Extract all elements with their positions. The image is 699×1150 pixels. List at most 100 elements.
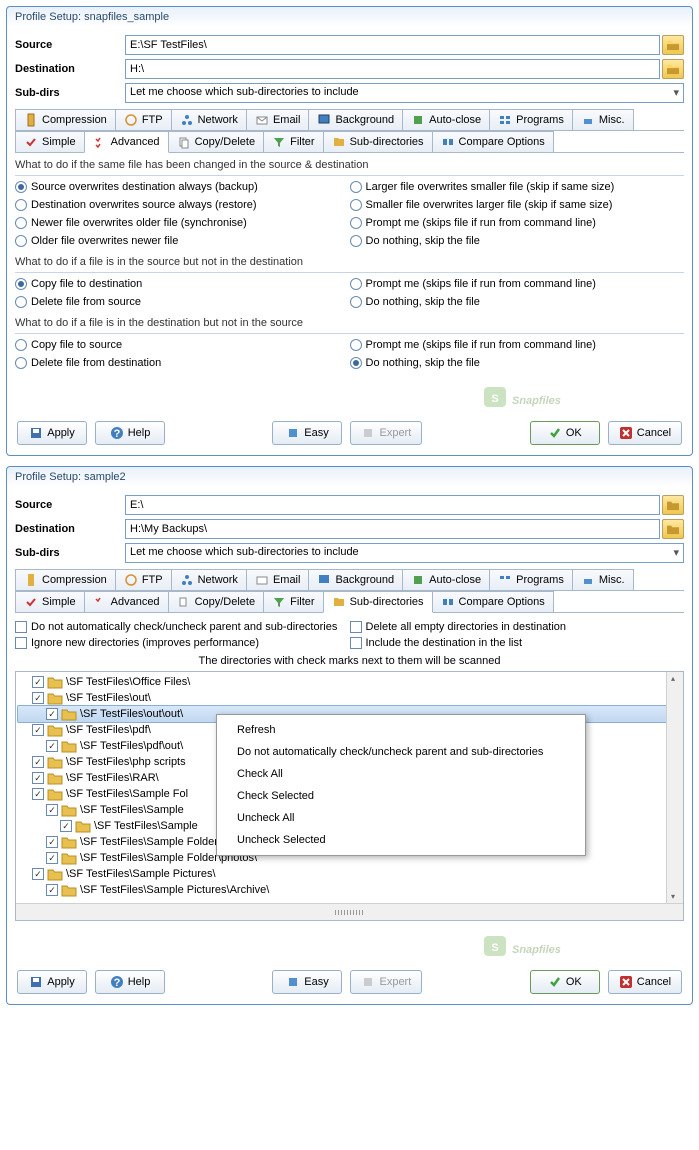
tab-subdirectories[interactable]: Sub-directories	[323, 131, 433, 152]
tree-checkbox[interactable]	[46, 852, 58, 864]
radio-prompt1[interactable]	[350, 217, 362, 229]
tree-checkbox[interactable]	[32, 788, 44, 800]
folder-icon	[61, 835, 77, 849]
expert-button[interactable]: Expert	[350, 421, 422, 445]
radio-delete-from-source[interactable]	[15, 296, 27, 308]
cb-delete-empty[interactable]	[350, 621, 362, 633]
cb-include-dest[interactable]	[350, 637, 362, 649]
tab-simple-2[interactable]: Simple	[15, 591, 85, 612]
tab-programs-2[interactable]: Programs	[489, 569, 573, 590]
radio-dest-overwrites[interactable]	[15, 199, 27, 211]
radio-donothing2[interactable]	[350, 296, 362, 308]
destination-input-2[interactable]	[125, 519, 660, 539]
browse-destination-button-2[interactable]	[662, 519, 684, 539]
tab-compression[interactable]: Compression	[15, 109, 116, 130]
apply-button[interactable]: Apply	[17, 421, 87, 445]
radio-copy-to-dest[interactable]	[15, 278, 27, 290]
cancel-button[interactable]: Cancel	[608, 421, 682, 445]
cancel-button-2[interactable]: Cancel	[608, 970, 682, 994]
tab-ftp[interactable]: FTP	[115, 109, 172, 130]
cb-ignore-new[interactable]	[15, 637, 27, 649]
tab-filter-2[interactable]: Filter	[263, 591, 323, 612]
tab-filter[interactable]: Filter	[263, 131, 323, 152]
tree-row[interactable]: \SF TestFiles\out\	[18, 690, 681, 706]
easy-button[interactable]: Easy	[272, 421, 342, 445]
tab-advanced-2[interactable]: Advanced	[84, 591, 169, 612]
tree-checkbox[interactable]	[46, 804, 58, 816]
tab-email-2[interactable]: Email	[246, 569, 310, 590]
tab-compression-2[interactable]: Compression	[15, 569, 116, 590]
ctx-uncheck-selected[interactable]: Uncheck Selected	[219, 829, 583, 851]
apply-button-2[interactable]: Apply	[17, 970, 87, 994]
tab-copydelete[interactable]: Copy/Delete	[168, 131, 265, 152]
radio-older-overwrites[interactable]	[15, 235, 27, 247]
scrollbar-horizontal[interactable]	[16, 903, 683, 920]
radio-source-overwrites[interactable]	[15, 181, 27, 193]
tab-email[interactable]: Email	[246, 109, 310, 130]
ok-button-2[interactable]: OK	[530, 970, 600, 994]
tab-misc-2[interactable]: Misc.	[572, 569, 634, 590]
tree-checkbox[interactable]	[32, 676, 44, 688]
help-button-2[interactable]: ?Help	[95, 970, 165, 994]
destination-input[interactable]	[125, 59, 660, 79]
tree-checkbox[interactable]	[32, 724, 44, 736]
radio-newer-overwrites[interactable]	[15, 217, 27, 229]
tab-misc[interactable]: Misc.	[572, 109, 634, 130]
help-button[interactable]: ?Help	[95, 421, 165, 445]
ctx-check-all[interactable]: Check All	[219, 763, 583, 785]
radio-copy-to-source[interactable]	[15, 339, 27, 351]
radio-donothing3[interactable]	[350, 357, 362, 369]
tree-checkbox[interactable]	[46, 740, 58, 752]
tab-programs[interactable]: Programs	[489, 109, 573, 130]
tab-simple[interactable]: Simple	[15, 131, 85, 152]
tab-compareoptions-2[interactable]: Compare Options	[432, 591, 554, 612]
tree-checkbox[interactable]	[32, 772, 44, 784]
tree-checkbox[interactable]	[60, 820, 72, 832]
tab-copydelete-2[interactable]: Copy/Delete	[168, 591, 265, 612]
tree-checkbox[interactable]	[46, 884, 58, 896]
source-input-2[interactable]	[125, 495, 660, 515]
radio-smaller-overwrites[interactable]	[350, 199, 362, 211]
browse-source-button-2[interactable]	[662, 495, 684, 515]
scrollbar-vertical[interactable]	[666, 672, 683, 903]
tree-row[interactable]: \SF TestFiles\Sample Pictures\	[18, 866, 681, 882]
tree-checkbox[interactable]	[32, 868, 44, 880]
tree-checkbox[interactable]	[46, 836, 58, 848]
tab-network[interactable]: Network	[171, 109, 247, 130]
subdirs-select[interactable]: Let me choose which sub-directories to i…	[125, 83, 684, 103]
easy-button-2[interactable]: Easy	[272, 970, 342, 994]
ctx-refresh[interactable]: Refresh	[219, 719, 583, 741]
tab-autoclose[interactable]: Auto-close	[402, 109, 490, 130]
subdirs-select-2[interactable]: Let me choose which sub-directories to i…	[125, 543, 684, 563]
ctx-uncheck-all[interactable]: Uncheck All	[219, 807, 583, 829]
tree-checkbox[interactable]	[32, 756, 44, 768]
ctx-check-selected[interactable]: Check Selected	[219, 785, 583, 807]
folder-icon	[61, 803, 77, 817]
source-input[interactable]	[125, 35, 660, 55]
tab-compareoptions[interactable]: Compare Options	[432, 131, 554, 152]
tree-checkbox[interactable]	[32, 692, 44, 704]
tab-background[interactable]: Background	[308, 109, 403, 130]
directory-tree[interactable]: \SF TestFiles\Office Files\\SF TestFiles…	[15, 671, 684, 921]
tab-network-2[interactable]: Network	[171, 569, 247, 590]
radio-donothing1[interactable]	[350, 235, 362, 247]
cb-no-auto-check[interactable]	[15, 621, 27, 633]
tab-autoclose-2[interactable]: Auto-close	[402, 569, 490, 590]
expert-button-2[interactable]: Expert	[350, 970, 422, 994]
radio-delete-from-dest[interactable]	[15, 357, 27, 369]
tree-row[interactable]: \SF TestFiles\Office Files\	[18, 674, 681, 690]
radio-prompt3[interactable]	[350, 339, 362, 351]
tab-background-2[interactable]: Background	[308, 569, 403, 590]
tree-row[interactable]: \SF TestFiles\Sample Pictures\Archive\	[18, 882, 681, 898]
ctx-no-auto[interactable]: Do not automatically check/uncheck paren…	[219, 741, 583, 763]
browse-source-button[interactable]	[662, 35, 684, 55]
tree-checkbox[interactable]	[46, 708, 58, 720]
tab-subdirectories-2[interactable]: Sub-directories	[323, 591, 433, 613]
browse-destination-button[interactable]	[662, 59, 684, 79]
radio-larger-overwrites[interactable]	[350, 181, 362, 193]
radio-prompt2[interactable]	[350, 278, 362, 290]
tab-ftp-2[interactable]: FTP	[115, 569, 172, 590]
tree-label: \SF TestFiles\php scripts	[66, 756, 186, 768]
ok-button[interactable]: OK	[530, 421, 600, 445]
tab-advanced[interactable]: Advanced	[84, 131, 169, 153]
